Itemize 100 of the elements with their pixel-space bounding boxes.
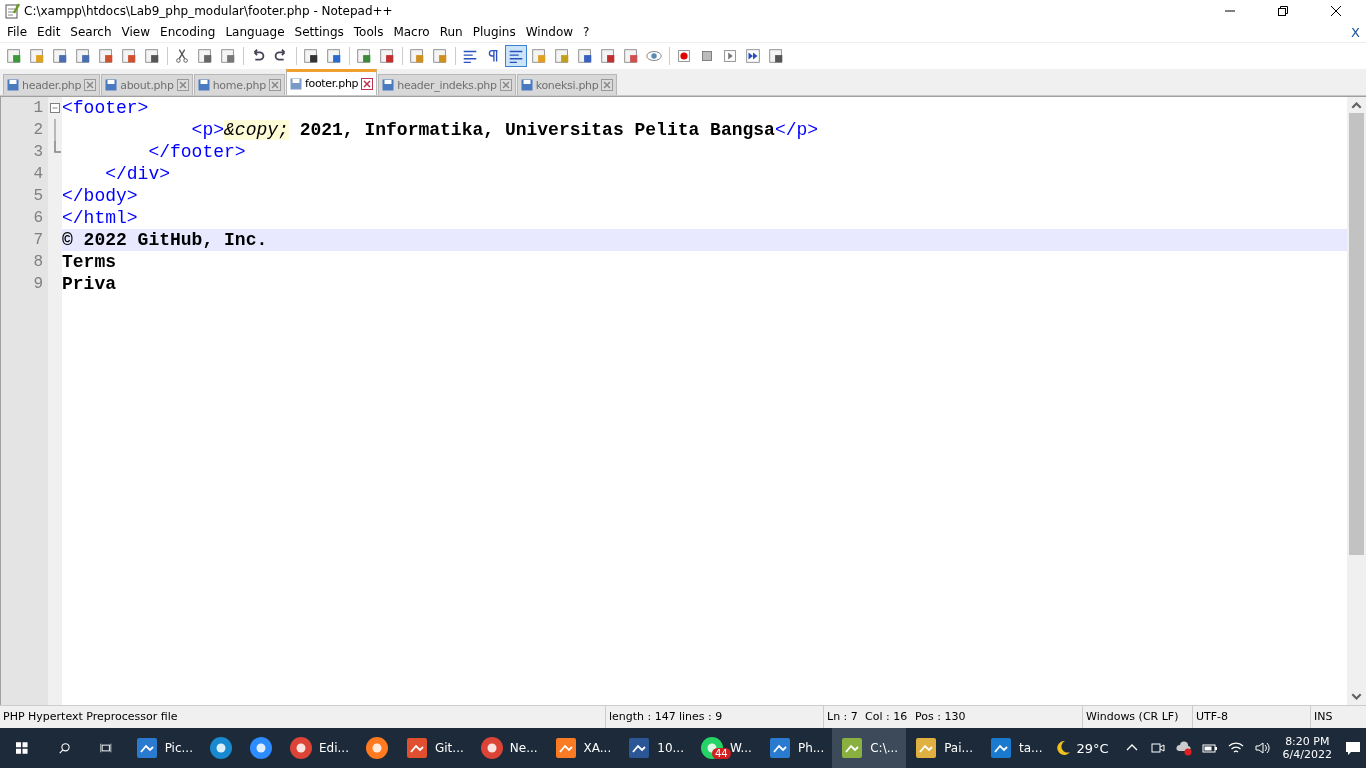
code-text: 2021, Informatika, Universitas Pelita Bangsa (298, 120, 775, 140)
app-icon (289, 736, 313, 760)
taskbar-app[interactable]: Pai... (906, 728, 981, 768)
line-number: 8 (32, 252, 44, 273)
scrollbar-thumb[interactable] (1349, 113, 1364, 555)
tab-close-icon[interactable] (268, 79, 281, 91)
app-label: C:\... (870, 741, 899, 755)
app-icon (988, 736, 1013, 760)
indent-guide-icon[interactable] (505, 45, 527, 67)
code-tag: </p> (774, 120, 819, 140)
taskbar-app[interactable]: Pic... (126, 728, 201, 768)
menu-item[interactable]: Edit (33, 25, 67, 39)
tab-label: header.php (22, 78, 82, 92)
fold-line-icon (54, 119, 56, 141)
app-icon (405, 736, 429, 760)
line-number: 5 (32, 186, 44, 207)
tab-close-icon[interactable] (176, 79, 189, 91)
code-tag: </html> (62, 208, 138, 228)
taskbar-app[interactable]: 10... (619, 728, 692, 768)
line-number: 2 (32, 120, 44, 141)
menu-item[interactable]: View (117, 25, 157, 39)
app-label: XA... (583, 741, 612, 755)
menu-item[interactable]: Search (66, 25, 118, 39)
file-tab[interactable]: header.php (3, 74, 101, 95)
tab-label: footer.php (304, 77, 359, 90)
app-icon (134, 736, 159, 760)
app-icon (365, 736, 389, 760)
app-label: Ne... (509, 741, 538, 755)
fold-end-icon (54, 141, 61, 153)
app-label: Pic... (164, 741, 193, 755)
menu-item[interactable]: File (3, 25, 34, 39)
taskbar-app[interactable]: ta... (980, 728, 1051, 768)
app-label: Ph... (797, 741, 825, 755)
taskbar-app[interactable]: Ph... (759, 728, 833, 768)
tab-close-icon[interactable] (601, 79, 614, 91)
menu-item[interactable]: ? (579, 25, 596, 39)
app-icon (249, 736, 273, 760)
file-tab[interactable]: footer.php (285, 69, 378, 95)
code-text: © 2022 GitHub, Inc. (62, 230, 268, 250)
clock-date[interactable]: 6/4/2022 (1282, 748, 1332, 761)
status-text: Col : 16 (864, 709, 909, 725)
app-label: 10... (657, 741, 684, 755)
menu-item[interactable]: Run (435, 25, 469, 39)
menu-item[interactable]: Language (221, 25, 291, 39)
taskbar-app[interactable]: XA... (545, 728, 620, 768)
file-tab[interactable]: home.php (193, 74, 285, 95)
code-text: Terms (62, 252, 116, 272)
weather-text[interactable]: 29°C (1076, 740, 1119, 756)
menu-item[interactable]: Macro (389, 25, 436, 39)
code-tag: </div> (62, 164, 171, 184)
menu-item[interactable]: Settings (290, 25, 350, 39)
status-text: length : 147 (608, 709, 676, 725)
tab-close-icon[interactable] (361, 77, 374, 90)
file-tab[interactable]: koneksi.php (516, 74, 618, 95)
app-icon (914, 736, 939, 760)
app-icon (767, 736, 792, 760)
fold-toggle-icon[interactable] (50, 103, 60, 113)
status-text: INS (1313, 709, 1334, 725)
line-number: 7 (32, 230, 44, 251)
code-tag: <footer> (62, 98, 149, 118)
file-tab[interactable]: header_indeks.php (378, 74, 516, 95)
close-document-button[interactable]: X (1351, 24, 1360, 40)
app-icon (209, 736, 233, 760)
taskbar-app[interactable]: Git... (397, 728, 472, 768)
window-title: C:\xampp\htdocs\Lab9_php_modular\footer.php - Notepad++ (24, 4, 394, 18)
line-number: 1 (32, 98, 44, 119)
app-icon (627, 736, 652, 760)
notepad-icon (4, 3, 20, 19)
tab-label: about.php (120, 78, 174, 92)
menu-item[interactable]: Window (521, 25, 580, 39)
vertical-scrollbar[interactable] (1347, 97, 1366, 705)
tab-label: header_indeks.php (397, 78, 497, 92)
tab-label: koneksi.php (535, 78, 599, 92)
menu-item[interactable]: Encoding (156, 25, 222, 39)
app-icon (553, 736, 578, 760)
code-tag: </body> (62, 186, 138, 206)
line-number: 6 (32, 208, 44, 229)
clock-time[interactable]: 8:20 PM (1285, 735, 1330, 748)
app-label: Edi... (319, 741, 349, 755)
app-label: W... (729, 741, 752, 755)
line-number: 9 (32, 274, 44, 295)
menu-item[interactable]: Tools (349, 25, 390, 39)
code-entity: &copy; (224, 120, 289, 140)
taskbar-app[interactable]: Edi... (281, 728, 357, 768)
tab-close-icon[interactable] (499, 79, 512, 91)
app-label: Pai... (944, 741, 973, 755)
app-icon (479, 736, 504, 760)
line-number: 4 (32, 164, 44, 185)
taskbar-app[interactable]: C:\... (832, 728, 907, 768)
taskbar-app[interactable]: Ne... (471, 728, 546, 768)
app-label: ta... (1018, 741, 1043, 755)
file-tab[interactable]: about.php (101, 74, 193, 95)
line-number: 3 (32, 142, 44, 163)
status-text: Ln : 7 (826, 709, 859, 725)
tab-close-icon[interactable] (84, 79, 97, 91)
code-tag: <p> (62, 120, 225, 140)
app-icon (840, 736, 865, 760)
tab-label: home.php (212, 78, 266, 92)
menu-item[interactable]: Plugins (468, 25, 522, 39)
code-tag: </footer> (62, 142, 246, 162)
